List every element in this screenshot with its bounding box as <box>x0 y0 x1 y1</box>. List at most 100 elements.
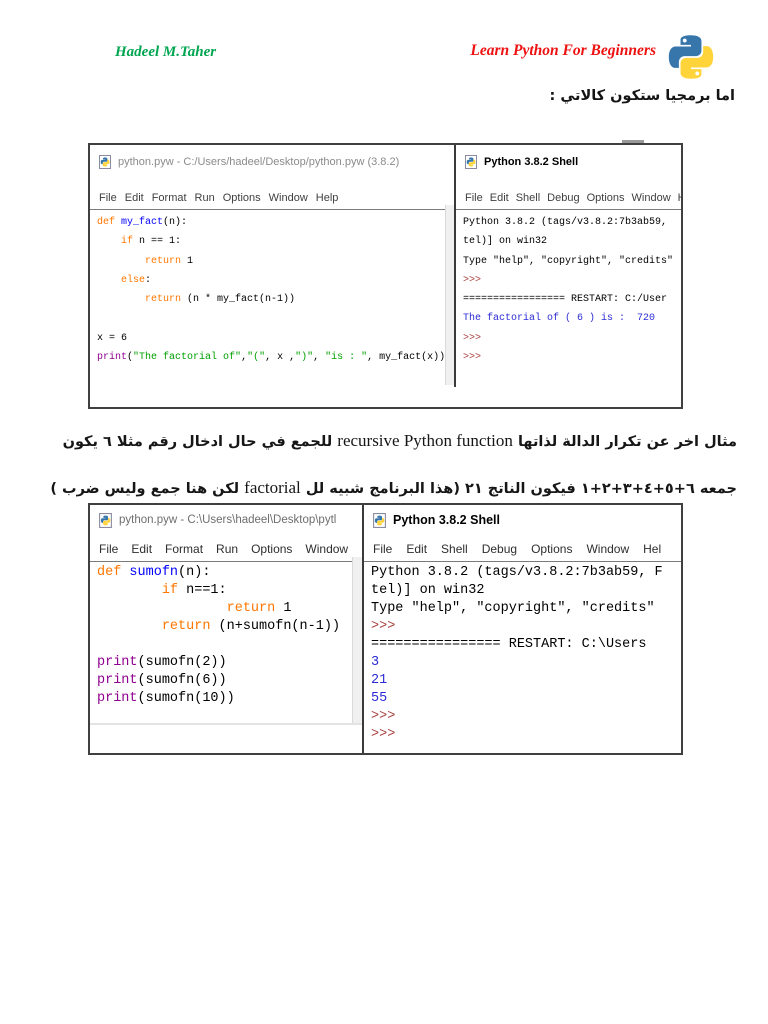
code-token: else <box>121 274 146 286</box>
arabic-text: مثال اخر عن تكرار الدالة لذاتها <box>512 434 737 450</box>
shell-titlebar: Python 3.8.2 Shell <box>364 505 681 535</box>
code-line: return (n * my_fact(n-1)) <box>97 290 454 309</box>
menu-item-h[interactable]: H <box>678 192 681 204</box>
menu-item-help[interactable]: Help <box>316 192 339 204</box>
latin-text: factorial <box>244 478 301 497</box>
menu-item-options[interactable]: Options <box>587 192 625 204</box>
code-line: print("The factorial of","(", x ,")", "i… <box>97 348 454 367</box>
menu-item-run[interactable]: Run <box>216 542 238 556</box>
paragraph-line-1: مثال اخر عن تكرار الدالة لذاتها recursiv… <box>63 418 737 465</box>
code-token: Type "help", "copyright", "credits" <box>463 255 674 267</box>
code-line: >>> <box>463 271 681 290</box>
arabic-text: لكن هنا جمع وليس ضرب ) <box>50 481 245 497</box>
menu-item-shell[interactable]: Shell <box>441 542 468 556</box>
code-token: 3 <box>371 655 380 670</box>
code-line: def sumofn(n): <box>97 564 362 582</box>
menu-item-file[interactable]: File <box>99 542 118 556</box>
menu-item-file[interactable]: File <box>99 192 117 204</box>
code-line: Type "help", "copyright", "credits" <box>371 600 681 618</box>
editor-code-area[interactable]: def my_fact(n): if n == 1: return 1 else… <box>90 210 454 367</box>
code-token: (sumofn(6)) <box>137 673 227 688</box>
code-token: print <box>97 691 138 706</box>
menu-item-format[interactable]: Format <box>165 542 203 556</box>
code-token: "is : " <box>325 352 368 364</box>
latin-text: recursive Python function <box>337 431 513 450</box>
code-line: return (n+sumofn(n-1)) <box>97 618 362 636</box>
shell-window-title: Python 3.8.2 Shell <box>484 156 579 168</box>
code-token: >>> <box>371 727 396 742</box>
menu-item-debug[interactable]: Debug <box>547 192 579 204</box>
menu-item-hel[interactable]: Hel <box>643 542 661 556</box>
shell-output-area[interactable]: Python 3.8.2 (tags/v3.8.2:7b3ab59, tel)] … <box>456 210 681 367</box>
python-logo-icon <box>668 35 714 79</box>
code-token: 1 <box>275 601 292 616</box>
shell-menubar: File Edit Shell Debug Options Window H <box>456 179 681 210</box>
menu-item-file[interactable]: File <box>373 542 392 556</box>
code-token: if <box>121 236 134 248</box>
code-token: ")" <box>295 352 314 364</box>
python-shell-icon <box>465 155 477 169</box>
menu-item-edit[interactable]: Edit <box>131 542 152 556</box>
code-token: print <box>97 352 128 364</box>
code-line: The factorial of ( 6 ) is : 720 <box>463 309 681 328</box>
menu-item-edit[interactable]: Edit <box>125 192 144 204</box>
menu-item-run[interactable]: Run <box>195 192 215 204</box>
code-token: >>> <box>463 332 482 344</box>
editor-scrollbar[interactable] <box>445 205 454 385</box>
editor-window-title: python.pyw - C:/Users/hadeel/Desktop/pyt… <box>118 156 400 168</box>
menu-item-options[interactable]: Options <box>531 542 572 556</box>
code-token: (n+sumofn(n-1)) <box>210 619 341 634</box>
menu-item-window[interactable]: Window <box>305 542 348 556</box>
code-token: x = 6 <box>97 332 128 344</box>
code-token: 1 <box>181 255 194 267</box>
menu-item-file[interactable]: File <box>465 192 483 204</box>
editor-scrollbar[interactable] <box>352 557 362 723</box>
intro-arabic-line: اما برمجيا ستكون كالاتي : <box>549 88 735 104</box>
code-line: >>> <box>371 618 681 636</box>
menu-item-shell[interactable]: Shell <box>516 192 540 204</box>
python-file-icon <box>99 512 112 528</box>
menu-item-window[interactable]: Window <box>632 192 671 204</box>
code-token: tel)] on win32 <box>463 236 548 248</box>
python-file-icon <box>99 155 111 169</box>
code-line: if n == 1: <box>97 232 454 251</box>
code-line: else: <box>97 271 454 290</box>
code-token: Python 3.8.2 (tags/v3.8.2:7b3ab59, F <box>371 565 663 580</box>
code-token: , x , <box>265 352 296 364</box>
code-line: >>> <box>371 708 681 726</box>
code-token: 55 <box>371 691 388 706</box>
menu-item-window[interactable]: Window <box>269 192 308 204</box>
code-token: return <box>226 601 276 616</box>
code-token: >>> <box>371 709 396 724</box>
code-token: tel)] on win32 <box>371 583 485 598</box>
editor-code-area[interactable]: def sumofn(n): if n==1: return 1 return … <box>90 562 362 708</box>
author-name: Hadeel M.Taher <box>115 44 217 60</box>
course-title: Learn Python For Beginners <box>470 42 656 59</box>
menu-item-format[interactable]: Format <box>152 192 187 204</box>
menu-item-options[interactable]: Options <box>223 192 261 204</box>
menu-item-edit[interactable]: Edit <box>406 542 427 556</box>
screenshot-sumofn: python.pyw - C:\Users\hadeel\Desktop\pyt… <box>88 503 683 755</box>
document-page: Hadeel M.Taher Learn Python For Beginner… <box>0 0 768 1024</box>
code-token: ================ RESTART: C:\Users <box>371 637 647 652</box>
code-token: The factorial of ( 6 ) is : 720 <box>463 313 656 325</box>
crop-artifact <box>622 140 644 143</box>
code-line: tel)] on win32 <box>463 232 681 251</box>
code-token: : <box>145 274 152 286</box>
menu-item-edit[interactable]: Edit <box>490 192 509 204</box>
menu-item-debug[interactable]: Debug <box>482 542 517 556</box>
code-line: Python 3.8.2 (tags/v3.8.2:7b3ab59, F <box>371 564 681 582</box>
code-token: (n): <box>178 565 211 580</box>
code-token: 21 <box>371 673 388 688</box>
menu-item-options[interactable]: Options <box>251 542 292 556</box>
code-line: return 1 <box>97 600 362 618</box>
menu-item-window[interactable]: Window <box>586 542 629 556</box>
code-token: return <box>161 619 211 634</box>
editor-menubar: File Edit Format Run Options Window <box>90 535 362 562</box>
screenshot-factorial: python.pyw - C:/Users/hadeel/Desktop/pyt… <box>88 140 683 409</box>
code-token: (n): <box>163 217 188 228</box>
shell-output-area[interactable]: Python 3.8.2 (tags/v3.8.2:7b3ab59, F tel)… <box>364 562 681 744</box>
